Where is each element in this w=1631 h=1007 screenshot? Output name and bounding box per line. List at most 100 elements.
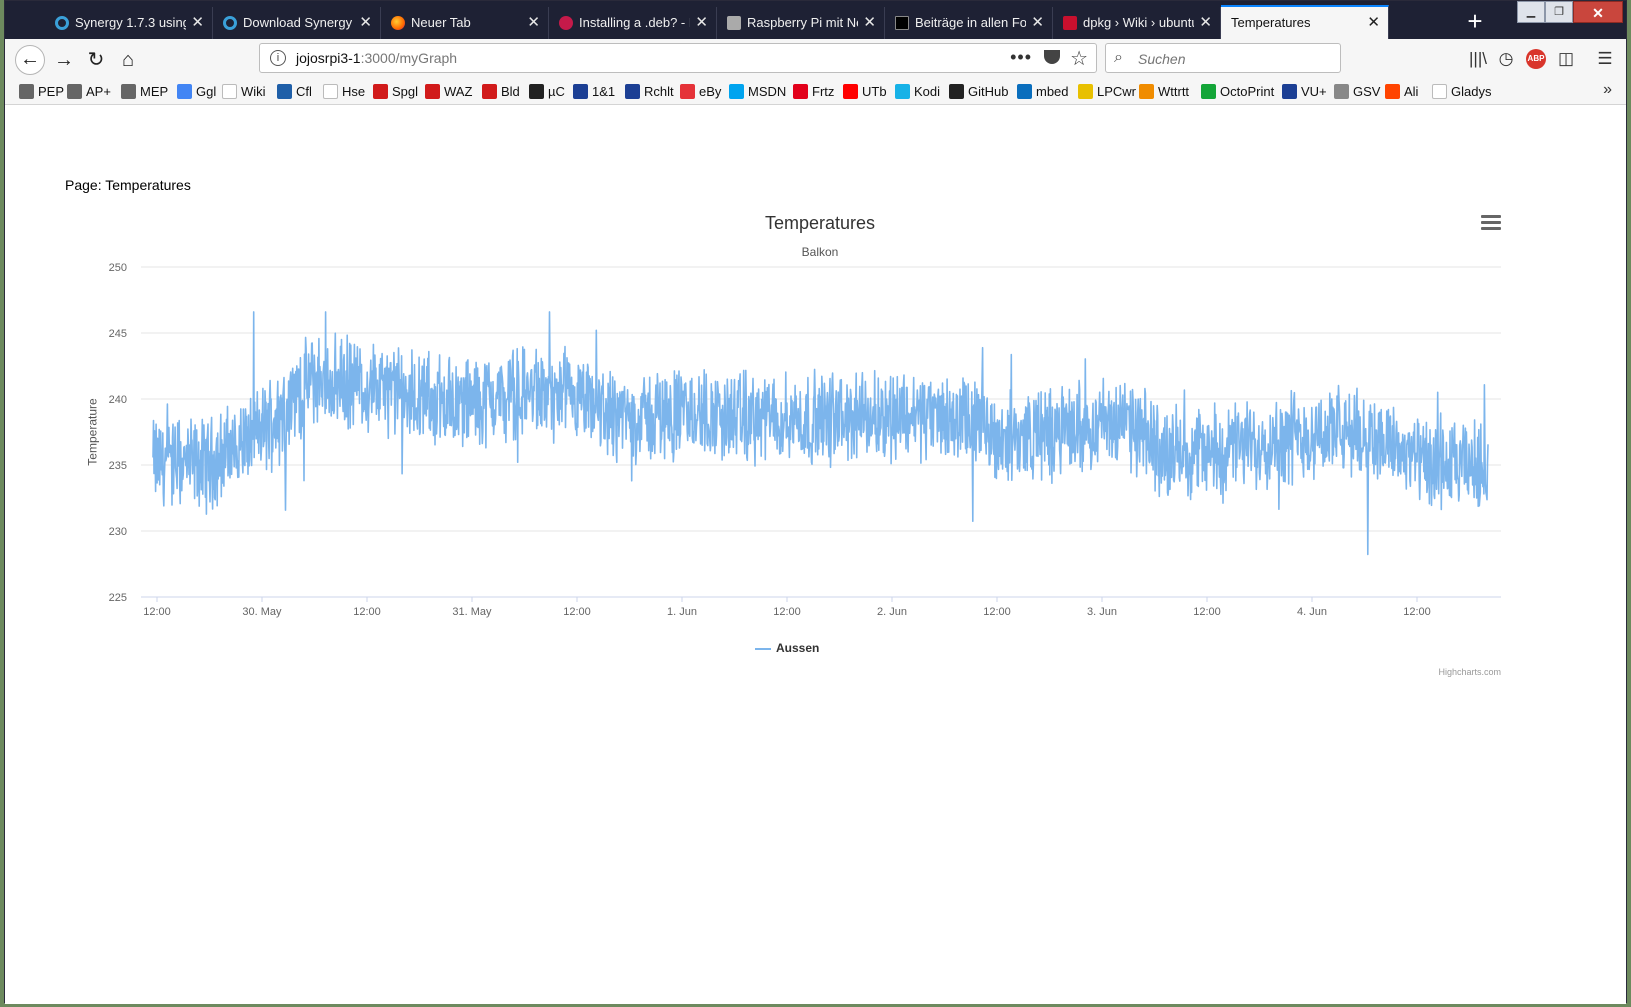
close-tab-icon[interactable]: ✕ — [1367, 7, 1380, 39]
bookmark-spgl[interactable]: Spgl — [373, 83, 418, 101]
close-tab-icon[interactable]: ✕ — [695, 7, 708, 39]
history-clock-icon[interactable]: ◷ — [1496, 49, 1516, 69]
new-tab-button[interactable]: + — [1460, 7, 1490, 37]
bookmark-ggl[interactable]: Ggl — [177, 83, 216, 101]
bookmark-favicon-icon — [425, 84, 440, 99]
bookmark-pep[interactable]: PEP — [19, 83, 64, 101]
bookmark-ali[interactable]: Ali — [1385, 83, 1418, 101]
bookmark-label: Wttrtt — [1158, 84, 1190, 99]
home-button[interactable]: ⌂ — [113, 45, 143, 75]
bookmark-label: 1&1 — [592, 84, 616, 99]
bookmark-octoprint[interactable]: OctoPrint — [1201, 83, 1274, 101]
tab-new-tab[interactable]: Neuer Tab ✕ — [381, 7, 549, 39]
y-tick-label: 230 — [109, 526, 127, 538]
y-tick-label: 235 — [109, 460, 127, 472]
bookmark-vu[interactable]: VU+ — [1282, 83, 1327, 101]
bookmark-favicon-icon — [529, 84, 544, 99]
chevron-more-icon[interactable]: » — [1603, 81, 1612, 99]
bookmark-cfl[interactable]: Cfl — [277, 83, 312, 101]
library-icon[interactable]: |||\ — [1468, 49, 1488, 69]
back-button[interactable]: ← — [15, 45, 45, 75]
x-tick-label: 12:00 — [983, 606, 1011, 618]
bookmark-favicon-icon — [625, 84, 640, 99]
bookmark-mbed[interactable]: mbed — [1017, 83, 1069, 101]
bookmark-favicon-icon — [1017, 84, 1032, 99]
bookmark-msdn[interactable]: MSDN — [729, 83, 786, 101]
bookmark-eby[interactable]: eBy — [680, 83, 721, 101]
close-tab-icon[interactable]: ✕ — [863, 7, 876, 39]
bookmark-favicon-icon — [1078, 84, 1093, 99]
window-close-button[interactable]: ✕ — [1573, 1, 1623, 23]
url-text[interactable]: jojosrpi3-1:3000/myGraph — [296, 50, 457, 66]
bookmark-utb[interactable]: UTb — [843, 83, 887, 101]
x-tick-label: 12:00 — [353, 606, 381, 618]
bookmark-bld[interactable]: Bld — [482, 83, 520, 101]
bookmark-hse[interactable]: Hse — [323, 83, 365, 101]
bookmark-waz[interactable]: WAZ — [425, 83, 472, 101]
series-line-aussen[interactable] — [152, 311, 1489, 556]
tab-installing-deb[interactable]: Installing a .deb? - Ra ✕ — [549, 7, 717, 39]
bookmark-star-icon[interactable]: ☆ — [1070, 46, 1088, 71]
tab-synergy-download[interactable]: Download Synergy - S ✕ — [213, 7, 381, 39]
tab-temperatures[interactable]: Temperatures ✕ — [1221, 5, 1389, 39]
raspberry-icon — [559, 16, 573, 30]
y-tick-label: 245 — [109, 328, 127, 340]
close-tab-icon[interactable]: ✕ — [1031, 7, 1044, 39]
bookmark-gsv[interactable]: GSV — [1334, 83, 1380, 101]
bookmark-wttrtt[interactable]: Wttrtt — [1139, 83, 1189, 101]
bookmark-wiki[interactable]: Wiki — [222, 83, 266, 101]
close-tab-icon[interactable]: ✕ — [359, 7, 372, 39]
adblock-plus-icon[interactable]: ABP — [1526, 49, 1546, 69]
pocket-icon[interactable] — [1044, 50, 1060, 64]
sidebar-icon[interactable]: ◫ — [1556, 49, 1576, 69]
tab-raspberry-pi[interactable]: Raspberry Pi mit Netz ✕ — [717, 7, 885, 39]
bookmark-label: Spgl — [392, 84, 419, 99]
x-tick-label: 3. Jun — [1087, 606, 1117, 618]
site-info-icon[interactable]: i — [270, 50, 286, 66]
bookmark-c[interactable]: µC — [529, 83, 565, 101]
bookmark-label: Ggl — [196, 84, 217, 99]
hamburger-menu-icon[interactable]: ☰ — [1595, 49, 1615, 69]
chart-credits-link[interactable]: Highcharts.com — [1438, 667, 1501, 677]
tab-synergy-1[interactable]: Synergy 1.7.3 using 25 ✕ — [45, 7, 213, 39]
navigation-toolbar: ← → ↻ ⌂ i jojosrpi3-1:3000/myGraph ••• ☆… — [5, 39, 1626, 79]
bookmark-frtz[interactable]: Frtz — [793, 83, 834, 101]
bookmark-gladys[interactable]: Gladys — [1432, 83, 1491, 101]
bookmark-1-1[interactable]: 1&1 — [573, 83, 615, 101]
bookmark-rchlt[interactable]: Rchlt — [625, 83, 674, 101]
x-tick-label: 2. Jun — [877, 606, 907, 618]
firefox-icon — [391, 16, 405, 30]
y-tick-label: 250 — [109, 262, 127, 274]
maximize-button[interactable]: ❐ — [1545, 1, 1573, 23]
legend-item-aussen[interactable]: Aussen — [755, 641, 819, 655]
tab-forum-posts[interactable]: Beiträge in allen Foren ✕ — [885, 7, 1053, 39]
bookmark-favicon-icon — [949, 84, 964, 99]
close-tab-icon[interactable]: ✕ — [527, 7, 540, 39]
bookmark-favicon-icon — [277, 84, 292, 99]
search-bar[interactable]: ⌕ — [1105, 43, 1341, 73]
chart-plot-area: 225 230 235 240 245 250 12:00 30. May 12:00 31. M… — [109, 262, 1501, 618]
minimize-button[interactable]: ▁ — [1517, 1, 1545, 23]
close-tab-icon[interactable]: ✕ — [191, 7, 204, 39]
url-host: jojosrpi3-1 — [296, 50, 361, 66]
bookmark-label: mbed — [1036, 84, 1069, 99]
y-tick-label: 225 — [109, 592, 127, 604]
reload-button[interactable]: ↻ — [81, 45, 111, 75]
bookmark-kodi[interactable]: Kodi — [895, 83, 940, 101]
x-tick-label: 31. May — [452, 606, 492, 618]
bookmark-mep[interactable]: MEP — [121, 83, 168, 101]
close-tab-icon[interactable]: ✕ — [1199, 7, 1212, 39]
tab-dpkg-wiki[interactable]: dpkg › Wiki › ubuntuu ✕ — [1053, 7, 1221, 39]
forward-button[interactable]: → — [49, 45, 79, 75]
page-title: Page: Temperatures — [65, 177, 191, 193]
bookmark-favicon-icon — [1385, 84, 1400, 99]
search-input[interactable] — [1136, 48, 1330, 70]
bookmark-label: UTb — [862, 84, 887, 99]
bookmark-lpcwr[interactable]: LPCwr — [1078, 83, 1136, 101]
address-bar[interactable]: i jojosrpi3-1:3000/myGraph ••• ☆ — [259, 43, 1097, 73]
page-actions-icon[interactable]: ••• — [1010, 47, 1032, 68]
tab-favicon-icon — [223, 16, 237, 30]
bookmark-label: Gladys — [1451, 84, 1492, 99]
bookmark-github[interactable]: GitHub — [949, 83, 1008, 101]
bookmark-ap[interactable]: AP+ — [67, 83, 111, 101]
